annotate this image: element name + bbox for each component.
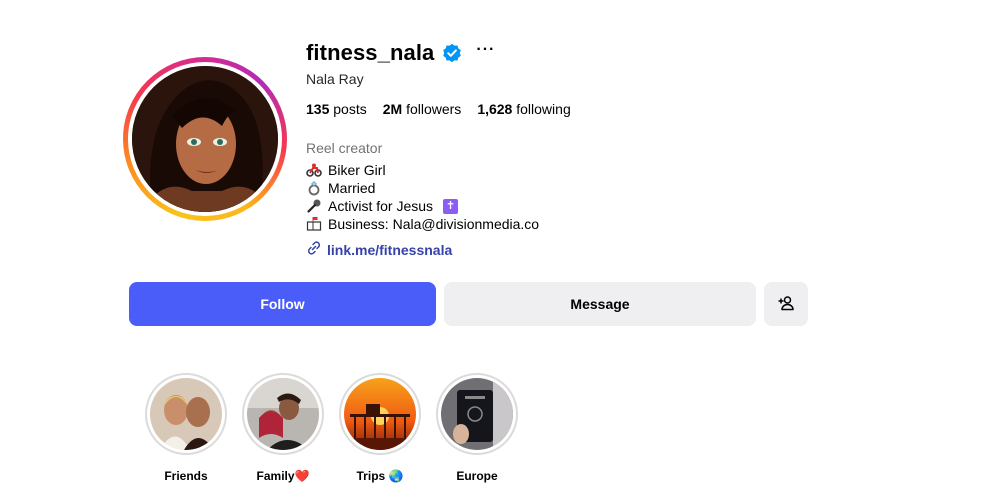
bio-line: Biker Girl [306,161,539,179]
profile-avatar-ring[interactable] [123,57,287,221]
more-options-icon[interactable]: ··· [476,42,495,61]
following-stat[interactable]: 1,628 following [477,101,570,117]
verified-badge-icon [442,43,462,63]
following-count: 1,628 [477,101,513,117]
highlight-label: Friends [164,469,208,483]
highlight-cover [441,378,513,450]
bio-line: Activist for Jesus ✝ [306,197,539,215]
following-label: following [516,101,571,117]
highlight-cover [150,378,222,450]
microphone-emoji-icon [306,198,322,214]
bio: Reel creator Biker Girl Married Activist… [306,139,539,233]
highlight-ring [339,373,421,455]
suggest-accounts-button[interactable] [764,282,808,326]
profile-stats: 135 posts 2M followers 1,628 following [306,101,571,117]
avatar-image [132,66,278,212]
highlight-label: Trips 🌏 [356,469,404,483]
link-icon [306,240,322,259]
highlight-cover [247,378,319,450]
motorcycle-emoji-icon [306,162,322,178]
followers-label: followers [406,101,462,117]
followers-count: 2M [382,101,403,117]
mailbox-emoji-icon [306,216,322,232]
posts-count: 135 [306,101,330,117]
bio-line: Business: Nala@divisionmedia.co [306,215,539,233]
latin-cross-icon: ✝ [443,198,459,214]
highlight-label: Family❤️ [256,469,310,483]
highlight-item-family[interactable]: Family❤️ [240,373,326,483]
highlight-ring [242,373,324,455]
highlight-item-trips[interactable]: Trips 🌏 [337,373,423,483]
bio-line-text: Biker Girl [328,162,386,178]
avatar-gap [128,62,282,216]
highlight-cover [344,378,416,450]
bio-line-text: Business: Nala@divisionmedia.co [328,216,540,232]
highlight-item-europe[interactable]: Europe [434,373,520,483]
bio-line-text: Activist for Jesus [328,198,434,214]
posts-label: posts [333,101,367,117]
follow-button[interactable]: Follow [129,282,436,326]
ring-emoji-icon [306,180,322,196]
profile-link[interactable]: link.me/fitnessnala [306,240,452,259]
highlight-ring [145,373,227,455]
followers-stat[interactable]: 2M followers [383,101,462,117]
username: fitness_nala [306,40,435,65]
full-name: Nala Ray [306,71,364,87]
highlight-item-friends[interactable]: Friends [143,373,229,483]
bio-line-text: Married [328,180,376,196]
posts-stat: 135 posts [306,101,367,117]
message-button[interactable]: Message [444,282,756,326]
profile-link-text: link.me/fitnessnala [327,241,453,258]
highlight-ring [436,373,518,455]
bio-line: Married [306,179,539,197]
highlight-label: Europe [456,469,498,483]
username-row: fitness_nala ··· [306,36,495,70]
avatar[interactable] [132,66,278,212]
category-label: Reel creator [306,140,383,156]
person-add-icon [778,295,794,314]
